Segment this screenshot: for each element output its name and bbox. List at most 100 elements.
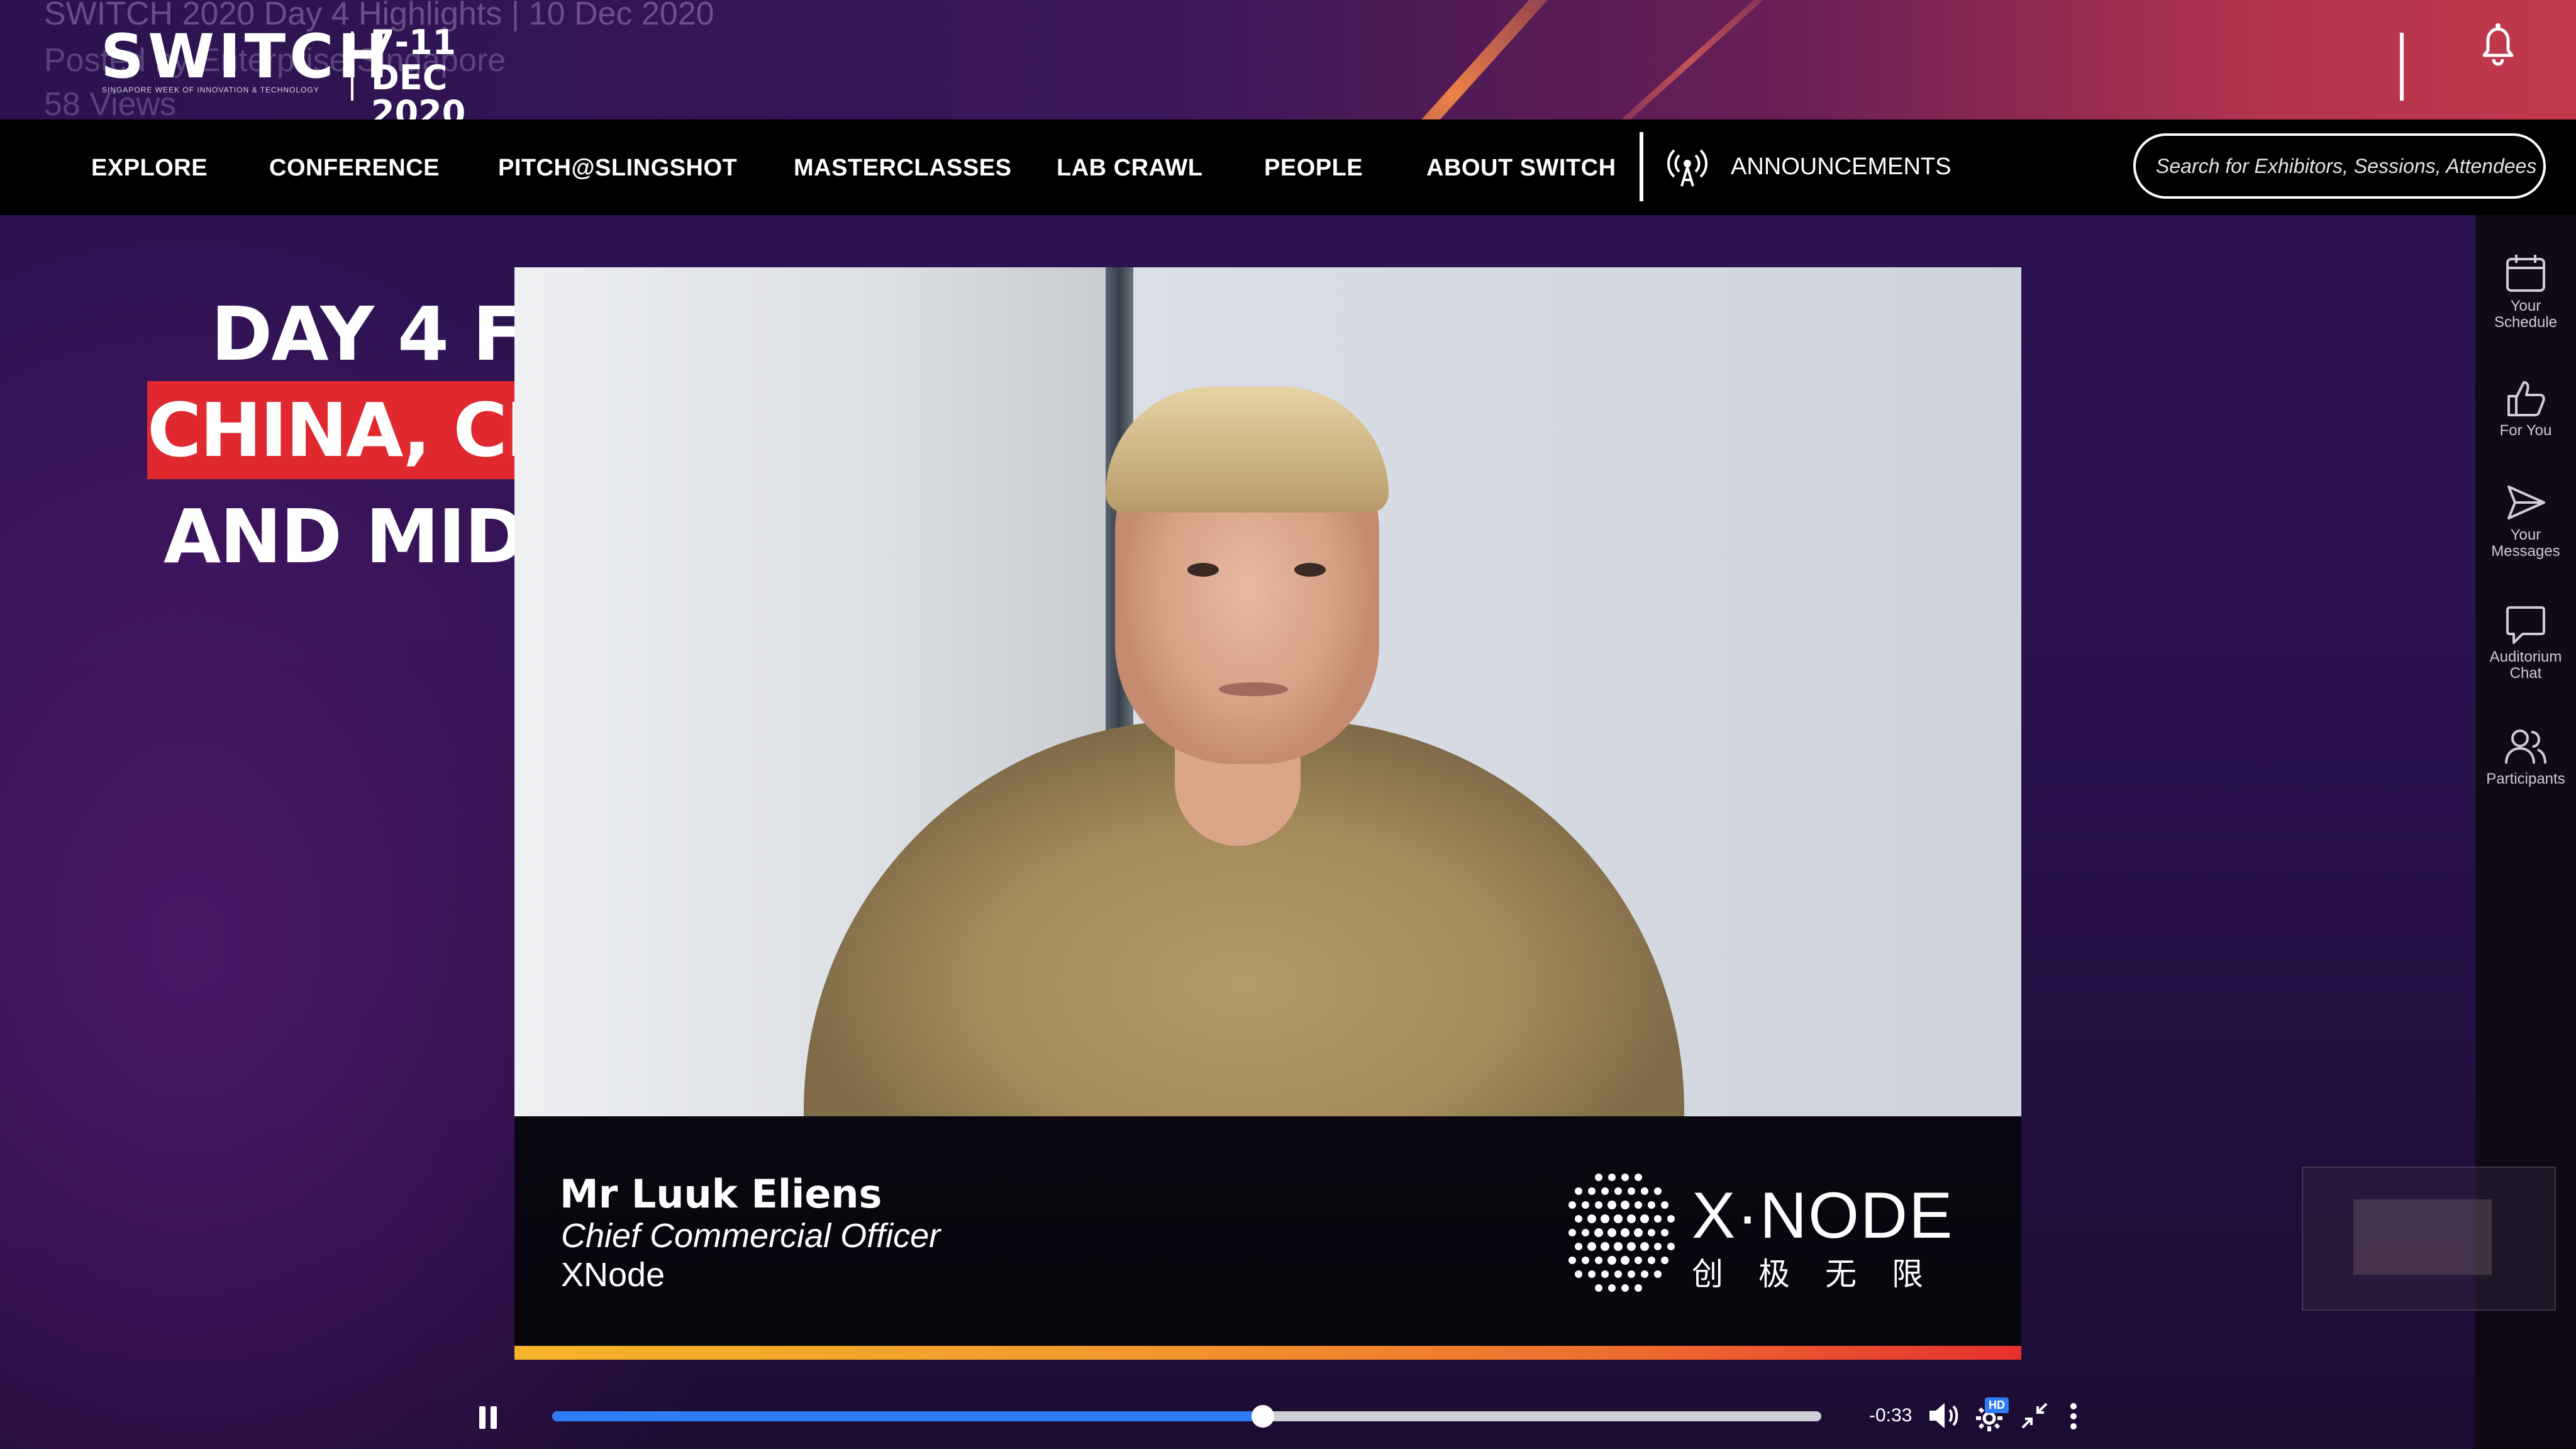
xnode-logo-dot — [1575, 1243, 1582, 1250]
pause-icon — [491, 1406, 497, 1429]
xnode-logo-dot — [1608, 1174, 1616, 1181]
time-remaining: -0:33 — [1869, 1405, 1913, 1426]
xnode-logo-dot — [1621, 1201, 1629, 1209]
xnode-logo-dot — [1582, 1229, 1589, 1236]
xnode-logo-dot — [1654, 1270, 1662, 1278]
progress-bar[interactable] — [552, 1405, 1821, 1428]
announcements-button[interactable]: ANNOUNCEMENTS — [1665, 145, 1951, 189]
switch-logo[interactable]: SWITCH SINGAPORE WEEK OF INNOVATION & TE… — [101, 25, 497, 120]
notifications-bell-icon[interactable] — [2473, 19, 2523, 69]
xnode-logo-dot — [1627, 1242, 1636, 1251]
xnode-logo-dot — [1575, 1270, 1582, 1278]
sidebar-item-messages[interactable]: Your Messages — [2475, 482, 2576, 560]
xnode-logo-dot — [1635, 1257, 1642, 1264]
xnode-logo-dot — [1575, 1215, 1582, 1223]
speaker-role: Chief Commercial Officer — [561, 1217, 941, 1255]
xnode-logo-dot — [1648, 1257, 1655, 1264]
participants-icon — [2505, 730, 2546, 764]
nav-divider — [1640, 132, 1643, 201]
sidebar-item-schedule[interactable]: Your Schedule — [2475, 253, 2576, 331]
search-input[interactable] — [2155, 153, 2543, 179]
speaker-company: XNode — [561, 1256, 665, 1294]
sidebar-item-participants[interactable]: Participants — [2475, 726, 2576, 787]
xnode-logo-dot — [1614, 1242, 1623, 1251]
speaker-mouth — [1219, 682, 1288, 696]
sidebar-item-auditorium-chat[interactable]: Auditorium Chat — [2475, 604, 2576, 682]
xnode-logo-dot — [1621, 1256, 1629, 1265]
xnode-logo-dot — [1568, 1201, 1576, 1209]
xnode-logo-dot — [1594, 1228, 1603, 1237]
xnode-logo-dot — [1621, 1174, 1629, 1181]
xnode-logo-dot — [1661, 1201, 1668, 1209]
xnode-logo-dot — [1587, 1214, 1596, 1223]
xnode-logo-dot — [1582, 1257, 1589, 1264]
xnode-logo-icon — [1560, 1170, 1679, 1296]
xnode-chinese-tagline: 创极无限 — [1692, 1257, 1958, 1292]
xnode-logo-dot — [1640, 1242, 1649, 1251]
sidebar-label-schedule: Your Schedule — [2494, 297, 2558, 331]
event-dates: 7-11 DEC 2020 — [371, 23, 497, 120]
pause-button[interactable] — [477, 1406, 499, 1429]
xnode-logo-dot — [1628, 1270, 1635, 1278]
sidebar-label-for-you: For You — [2499, 422, 2552, 439]
xnode-logo-dot — [1568, 1257, 1576, 1264]
xnode-logo-dot — [1601, 1242, 1609, 1251]
sidebar-label-auditorium-chat: Auditorium Chat — [2489, 648, 2562, 682]
xnode-logo-dot — [1654, 1243, 1662, 1250]
volume-icon[interactable] — [1927, 1400, 1962, 1431]
xnode-wordmark: X·NODE — [1692, 1179, 1954, 1252]
speaker-eye — [1294, 563, 1326, 577]
xnode-logo-dot — [1640, 1214, 1649, 1223]
nav-about-switch[interactable]: ABOUT SWITCH — [1426, 155, 1616, 182]
calendar-icon — [2506, 255, 2545, 292]
event-year: 2020 — [371, 93, 466, 120]
xnode-logo-dot — [1595, 1257, 1602, 1264]
more-options-icon[interactable] — [2069, 1402, 2078, 1430]
nav-pitch-slingshot[interactable]: PITCH@SLINGSHOT — [498, 155, 737, 182]
xnode-logo-dot — [1648, 1201, 1655, 1209]
nav-people[interactable]: PEOPLE — [1264, 155, 1363, 182]
announcements-label: ANNOUNCEMENTS — [1731, 153, 1951, 180]
nav-lab-crawl[interactable]: LAB CRAWL — [1057, 155, 1202, 182]
xnode-logo-dot — [1582, 1201, 1589, 1209]
xnode-logo-dot — [1641, 1270, 1648, 1278]
progress-handle[interactable] — [1252, 1405, 1275, 1428]
xnode-logo-dot — [1588, 1270, 1596, 1278]
header-divider — [2400, 33, 2404, 101]
settings-button[interactable]: HD — [1975, 1397, 2012, 1433]
xnode-logo-dot — [1635, 1174, 1642, 1181]
sidebar-item-for-you[interactable]: For You — [2475, 377, 2576, 439]
xnode-logo-dot — [1641, 1187, 1648, 1195]
xnode-logo-dot — [1667, 1243, 1675, 1250]
decorative-streak — [1301, 0, 1606, 119]
xnode-logo-dot — [1628, 1187, 1635, 1195]
thumbs-up-icon — [2507, 381, 2545, 416]
xnode-logo-dot — [1654, 1215, 1662, 1223]
sidebar-label-participants: Participants — [2486, 770, 2565, 787]
video-player[interactable] — [514, 267, 2021, 1116]
xnode-logo-dot — [1661, 1229, 1668, 1236]
player-controls: -0:33 HD — [0, 1384, 2475, 1449]
logo-divider — [351, 31, 353, 101]
search-box[interactable] — [2133, 133, 2546, 199]
nav-conference[interactable]: CONFERENCE — [269, 155, 440, 182]
broadcast-icon — [1667, 149, 1707, 187]
xnode-logo-dot — [1568, 1229, 1576, 1236]
xnode-logo-dot — [1635, 1284, 1642, 1292]
logo-tagline: SINGAPORE WEEK OF INNOVATION & TECHNOLOG… — [102, 86, 319, 94]
lower-third-color-bar — [514, 1346, 2021, 1360]
nav-masterclasses[interactable]: MASTERCLASSES — [794, 155, 1011, 182]
xnode-logo-dot — [1601, 1214, 1609, 1223]
send-icon — [2507, 486, 2545, 519]
video-frame — [514, 267, 2021, 1116]
xnode-logo-dot — [1635, 1201, 1642, 1209]
nav-explore[interactable]: EXPLORE — [91, 155, 208, 182]
xnode-logo-dot — [1595, 1174, 1602, 1181]
main-navigation: EXPLORE CONFERENCE PITCH@SLINGSHOT MASTE… — [0, 119, 2576, 215]
exit-fullscreen-icon[interactable] — [2020, 1401, 2049, 1430]
event-dates-range: 7-11 DEC — [371, 23, 457, 97]
xnode-logo-dot — [1601, 1270, 1609, 1278]
xnode-logo-dot — [1587, 1242, 1596, 1251]
xnode-logo-dot — [1648, 1229, 1655, 1236]
picture-in-picture-thumbnail[interactable] — [2302, 1167, 2556, 1311]
